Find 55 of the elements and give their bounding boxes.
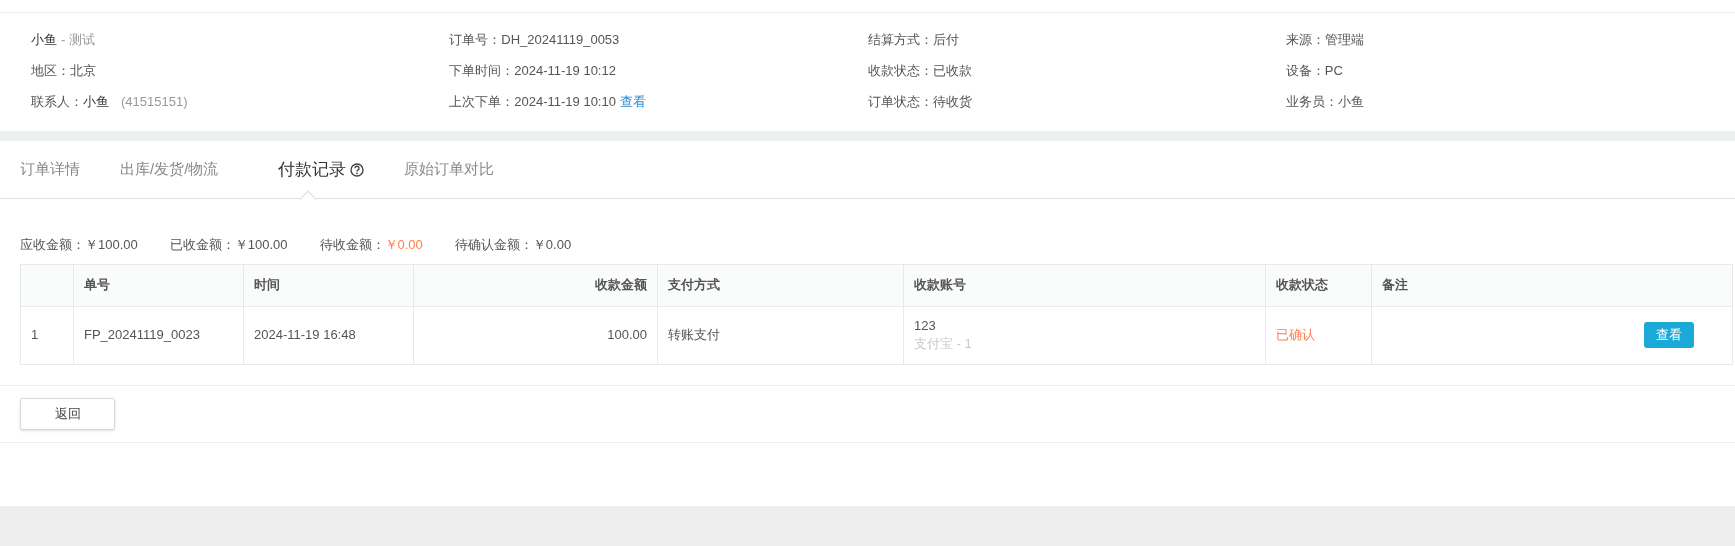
info-value: DH_20241119_0053 (501, 30, 620, 49)
column-header: 收款账号 (914, 276, 966, 295)
info-value: 北京 (70, 61, 96, 80)
view-button[interactable]: 查看 (1644, 322, 1694, 348)
help-icon[interactable] (350, 162, 365, 177)
column-header: 时间 (254, 276, 280, 295)
info-label: 业务员： (1285, 92, 1338, 111)
info-label: 结算方式： (867, 30, 933, 49)
info-label: 上次下单： (449, 92, 515, 111)
summary-value: ￥0.00 (532, 236, 572, 254)
summary-label: 已收金额： (169, 236, 235, 254)
row-index: 1 (31, 326, 39, 345)
info-value: 小鱼 (1337, 92, 1364, 111)
customer-name: 小鱼 (31, 30, 57, 49)
summary-label: 待确认金额： (454, 236, 533, 254)
info-value: 2024-11-19 10:10 (514, 92, 616, 111)
table-cell-text: 2024-11-19 16:48 (254, 326, 356, 345)
info-value: 待收货 (932, 92, 972, 111)
info-value: 后付 (932, 30, 959, 49)
info-label: 联系人： (31, 92, 83, 111)
summary-value: ￥100.00 (85, 236, 138, 254)
view-link[interactable]: 查看 (619, 91, 646, 112)
summary-value: ￥100.00 (234, 236, 288, 254)
table-cell-text: FP_20241119_0023 (84, 326, 200, 345)
tab[interactable]: 出库/发货/物流 (120, 141, 219, 198)
info-label: 设备： (1285, 61, 1325, 80)
summary-label: 应收金额： (20, 236, 85, 254)
column-header: 备注 (1382, 276, 1408, 295)
table-cell-text: 转账支付 (668, 326, 720, 345)
summary-label: 待收金额： (319, 236, 385, 254)
status-text: 已确认 (1276, 326, 1315, 345)
info-value: 小鱼 (83, 92, 109, 111)
table-cell-text: 100.00 (607, 326, 647, 345)
tab[interactable]: 原始订单对比 (404, 141, 495, 198)
summary-value: ￥0.00 (384, 236, 423, 254)
tab[interactable]: 订单详情 (20, 141, 80, 198)
column-header: 单号 (84, 276, 110, 295)
info-value: PC (1324, 61, 1343, 80)
info-label: 收款状态： (867, 61, 933, 80)
back-button[interactable]: 返回 (20, 397, 115, 430)
column-header: 收款金额 (595, 276, 647, 295)
info-value: 2024-11-19 10:12 (514, 61, 616, 80)
info-label: 地区： (31, 61, 70, 80)
info-label: 来源： (1285, 30, 1325, 49)
info-label: 下单时间： (449, 61, 515, 80)
info-label: 订单号： (449, 30, 502, 49)
customer-tag: - 测试 (61, 29, 95, 50)
info-value: 管理端 (1324, 30, 1364, 49)
account-number: 123 (914, 317, 937, 335)
info-value: 已收款 (932, 61, 972, 80)
info-label: 订单状态： (867, 92, 933, 111)
tab[interactable]: 付款记录 (278, 141, 365, 198)
column-header: 支付方式 (668, 276, 720, 295)
phone-number: (41515151) (121, 92, 188, 111)
column-header: 收款状态 (1276, 276, 1328, 295)
